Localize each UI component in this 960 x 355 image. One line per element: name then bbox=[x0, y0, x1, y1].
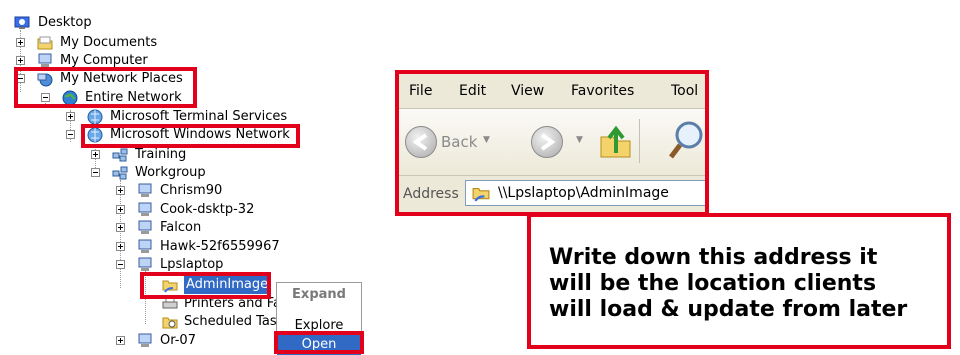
tree-item-or-07[interactable]: Or-07 bbox=[0, 332, 230, 350]
callout-line: will be the location clients bbox=[549, 271, 877, 296]
back-arrow-icon bbox=[412, 133, 428, 151]
expand-icon[interactable] bbox=[116, 242, 125, 251]
expand-icon[interactable] bbox=[116, 336, 125, 345]
expand-icon[interactable] bbox=[16, 38, 25, 47]
highlight-box-adminimage bbox=[140, 272, 271, 299]
expand-icon[interactable] bbox=[66, 112, 75, 121]
tree-item-chrism90[interactable]: Chrism90 bbox=[0, 182, 240, 200]
collapse-icon[interactable] bbox=[116, 260, 125, 269]
collapse-icon[interactable] bbox=[66, 130, 75, 139]
menu-view[interactable]: View bbox=[511, 83, 544, 99]
address-label: Address bbox=[403, 186, 459, 202]
tree-item-cook-dsktp-32[interactable]: Cook-dsktp-32 bbox=[0, 201, 260, 219]
menu-tools[interactable]: Tool bbox=[671, 83, 698, 99]
tree-item-desktop[interactable]: Desktop bbox=[0, 14, 120, 32]
menu-favorites[interactable]: Favorites bbox=[571, 83, 634, 99]
tree-item-hawk-52f6559967[interactable]: Hawk-52f6559967 bbox=[0, 238, 290, 256]
menu-item-expand[interactable]: Expand bbox=[277, 285, 361, 305]
workgroup-icon bbox=[112, 166, 128, 180]
network-globe-icon bbox=[87, 109, 103, 125]
expand-icon[interactable] bbox=[16, 56, 25, 65]
toolbar-separator bbox=[639, 119, 640, 163]
back-button[interactable] bbox=[405, 126, 437, 158]
scheduled-tasks-icon bbox=[162, 317, 178, 329]
tree-item-workgroup[interactable]: Workgroup bbox=[0, 164, 220, 182]
dropdown-arrow-icon[interactable]: ▼ bbox=[576, 135, 583, 145]
toolbar: Back ▼ ▼ bbox=[399, 109, 705, 176]
up-folder-icon[interactable] bbox=[599, 123, 633, 159]
tree-item-label: Chrism90 bbox=[160, 183, 223, 198]
address-bar: Address \\Lpslaptop\AdminImage bbox=[399, 176, 705, 212]
highlight-box-windows-network bbox=[81, 124, 300, 148]
address-value: \\Lpslaptop\AdminImage bbox=[498, 185, 669, 201]
folder-icon bbox=[37, 36, 53, 50]
tree-item-label: Desktop bbox=[38, 15, 92, 30]
folder-tree: Desktop My Documents My Computer My Netw… bbox=[0, 0, 370, 355]
forward-arrow-icon bbox=[540, 133, 556, 151]
highlight-box-open bbox=[274, 331, 364, 354]
computer-icon bbox=[138, 220, 152, 234]
desktop-icon bbox=[14, 16, 30, 29]
expand-icon[interactable] bbox=[116, 186, 125, 195]
tree-item-label: Cook-dsktp-32 bbox=[160, 202, 255, 217]
instruction-callout: Write down this address it will be the l… bbox=[527, 213, 951, 349]
computer-icon bbox=[138, 239, 152, 253]
menu-file[interactable]: File bbox=[409, 83, 432, 99]
menu-bar: File Edit View Favorites Tool bbox=[399, 74, 705, 109]
expand-icon[interactable] bbox=[116, 223, 125, 232]
tree-item-label: Or-07 bbox=[160, 333, 196, 348]
tree-item-my-documents[interactable]: My Documents bbox=[0, 34, 170, 52]
address-field[interactable]: \\Lpslaptop\AdminImage bbox=[465, 180, 705, 206]
tree-item-label: Workgroup bbox=[135, 165, 206, 180]
search-icon[interactable] bbox=[669, 119, 709, 163]
shared-folder-icon bbox=[472, 187, 490, 202]
computer-icon bbox=[138, 257, 152, 271]
dropdown-arrow-icon[interactable]: ▼ bbox=[483, 135, 490, 145]
tree-item-label: Falcon bbox=[160, 220, 202, 235]
tree-item-label: Hawk-52f6559967 bbox=[160, 239, 280, 254]
highlight-box-network-places bbox=[14, 67, 197, 108]
explorer-window-crop: File Edit View Favorites Tool Back ▼ ▼ A… bbox=[395, 70, 709, 216]
workgroup-icon bbox=[112, 148, 128, 162]
back-label: Back bbox=[441, 133, 478, 151]
tree-item-label: Training bbox=[135, 147, 187, 162]
forward-button[interactable] bbox=[531, 126, 563, 158]
collapse-icon[interactable] bbox=[91, 168, 100, 177]
callout-line: will load & update from later bbox=[549, 297, 908, 322]
tree-item-falcon[interactable]: Falcon bbox=[0, 219, 240, 237]
computer-icon bbox=[138, 333, 152, 347]
menu-edit[interactable]: Edit bbox=[459, 83, 486, 99]
tree-item-label: Scheduled Tas bbox=[184, 314, 277, 329]
tree-item-scheduled-tasks[interactable]: Scheduled Tas bbox=[0, 313, 277, 331]
tree-item-training[interactable]: Training bbox=[0, 146, 200, 164]
callout-line: Write down this address it bbox=[549, 245, 878, 270]
expand-icon[interactable] bbox=[91, 150, 100, 159]
tree-item-label: My Documents bbox=[60, 35, 158, 50]
computer-icon bbox=[138, 183, 152, 197]
expand-icon[interactable] bbox=[116, 205, 125, 214]
computer-icon bbox=[138, 202, 152, 216]
